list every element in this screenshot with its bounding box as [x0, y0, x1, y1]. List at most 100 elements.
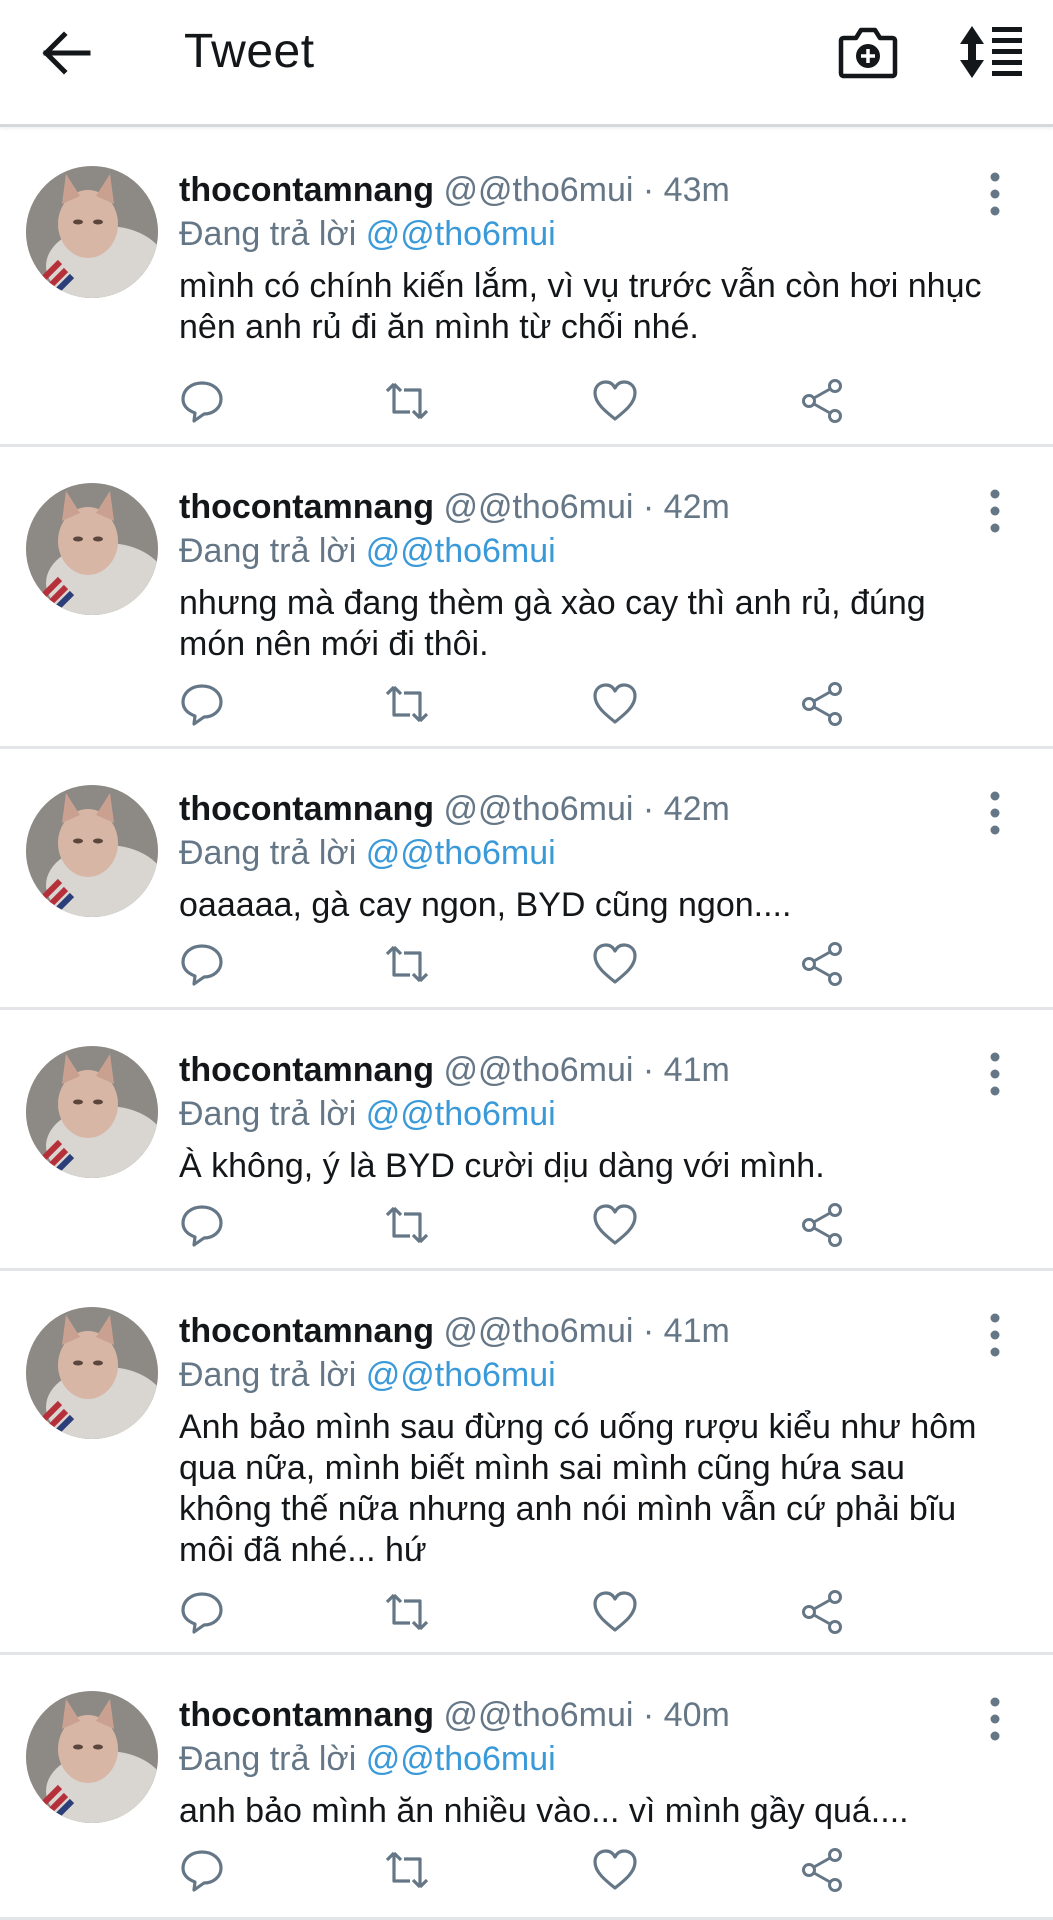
tweet-item[interactable]: thocontamnang @@tho6mui · 42m Đang trả l… [0, 749, 1053, 1010]
more-options-button[interactable] [987, 1313, 1003, 1357]
more-options-button[interactable] [987, 791, 1003, 835]
tweet-item[interactable]: thocontamnang @@tho6mui · 40m Đang trả l… [0, 1655, 1053, 1920]
tweet-timestamp[interactable]: 42m [664, 790, 730, 828]
avatar[interactable] [26, 1307, 158, 1439]
avatar-cat-photo [26, 166, 158, 298]
reply-button[interactable] [179, 1589, 225, 1635]
tweet-header: thocontamnang @@tho6mui · 42m [179, 485, 993, 529]
share-icon [802, 1848, 842, 1892]
camera-button[interactable] [838, 24, 898, 80]
like-button[interactable] [592, 1847, 638, 1893]
share-icon [802, 379, 842, 423]
avatar[interactable] [26, 166, 158, 298]
share-button[interactable] [800, 1202, 846, 1248]
avatar[interactable] [26, 785, 158, 917]
display-name[interactable]: thocontamnang [179, 790, 434, 828]
tweet-header: thocontamnang @@tho6mui · 40m [179, 1693, 993, 1737]
reply-button[interactable] [179, 378, 225, 424]
more-options-button[interactable] [987, 172, 1003, 216]
tweet-header: thocontamnang @@tho6mui · 42m [179, 787, 993, 831]
tweet-content: thocontamnang @@tho6mui · 43m Đang trả l… [179, 168, 993, 348]
retweet-button[interactable] [384, 378, 430, 424]
user-handle[interactable]: @@tho6mui [443, 1696, 633, 1734]
separator-dot: · [642, 1051, 655, 1089]
tweet-item[interactable]: thocontamnang @@tho6mui · 41m Đang trả l… [0, 1271, 1053, 1655]
heart-icon [593, 1204, 637, 1245]
tweet-actions [179, 1202, 879, 1252]
tweet-timestamp[interactable]: 43m [664, 171, 730, 209]
tweet-timestamp[interactable]: 41m [664, 1312, 730, 1350]
display-name[interactable]: thocontamnang [179, 1051, 434, 1089]
user-handle[interactable]: @@tho6mui [443, 1312, 633, 1350]
separator-dot: · [642, 1312, 655, 1350]
user-handle[interactable]: @@tho6mui [443, 790, 633, 828]
like-button[interactable] [592, 378, 638, 424]
user-handle[interactable]: @@tho6mui [443, 1051, 633, 1089]
reply-icon [181, 1205, 223, 1247]
share-button[interactable] [800, 378, 846, 424]
replying-to-label: Đang trả lời [179, 215, 357, 253]
more-vertical-icon [990, 489, 1000, 533]
tweet-item[interactable]: thocontamnang @@tho6mui · 42m Đang trả l… [0, 447, 1053, 749]
user-handle[interactable]: @@tho6mui [443, 488, 633, 526]
avatar-cat-photo [26, 1691, 158, 1823]
tweet-item[interactable]: thocontamnang @@tho6mui · 41m Đang trả l… [0, 1010, 1053, 1271]
retweet-button[interactable] [384, 1847, 430, 1893]
avatar[interactable] [26, 483, 158, 615]
replying-to-handle[interactable]: @@tho6mui [366, 215, 556, 253]
reply-icon [181, 381, 223, 423]
share-button[interactable] [800, 1589, 846, 1635]
display-name[interactable]: thocontamnang [179, 171, 434, 209]
like-button[interactable] [592, 1202, 638, 1248]
share-button[interactable] [800, 681, 846, 727]
share-button[interactable] [800, 1847, 846, 1893]
more-options-button[interactable] [987, 1052, 1003, 1096]
tweet-header: thocontamnang @@tho6mui · 41m [179, 1309, 993, 1353]
retweet-button[interactable] [384, 941, 430, 987]
replying-to-handle[interactable]: @@tho6mui [366, 532, 556, 570]
like-button[interactable] [592, 681, 638, 727]
separator-dot: · [642, 488, 655, 526]
reply-button[interactable] [179, 681, 225, 727]
display-name[interactable]: thocontamnang [179, 488, 434, 526]
share-icon [802, 942, 842, 986]
sort-button[interactable] [958, 24, 1024, 80]
tweet-text: Anh bảo mình sau đừng có uống rượu kiểu … [179, 1408, 977, 1569]
retweet-icon [385, 1206, 429, 1244]
replying-to-handle[interactable]: @@tho6mui [366, 834, 556, 872]
retweet-icon [385, 685, 429, 723]
retweet-button[interactable] [384, 1589, 430, 1635]
replying-to-handle[interactable]: @@tho6mui [366, 1740, 556, 1778]
share-icon [802, 1590, 842, 1634]
tweet-actions [179, 1589, 879, 1639]
display-name[interactable]: thocontamnang [179, 1312, 434, 1350]
user-handle[interactable]: @@tho6mui [443, 171, 633, 209]
display-name[interactable]: thocontamnang [179, 1696, 434, 1734]
reply-button[interactable] [179, 1202, 225, 1248]
share-button[interactable] [800, 941, 846, 987]
reply-button[interactable] [179, 1847, 225, 1893]
avatar[interactable] [26, 1046, 158, 1178]
retweet-button[interactable] [384, 1202, 430, 1248]
reply-icon [181, 1850, 223, 1892]
avatar[interactable] [26, 1691, 158, 1823]
more-options-button[interactable] [987, 1697, 1003, 1741]
replying-to-handle[interactable]: @@tho6mui [366, 1356, 556, 1394]
tweet-timestamp[interactable]: 41m [664, 1051, 730, 1089]
like-button[interactable] [592, 1589, 638, 1635]
like-button[interactable] [592, 941, 638, 987]
more-vertical-icon [990, 1697, 1000, 1741]
heart-icon [593, 943, 637, 984]
tweet-item[interactable]: thocontamnang @@tho6mui · 43m Đang trả l… [0, 130, 1053, 447]
heart-icon [593, 1591, 637, 1632]
tweet-content: thocontamnang @@tho6mui · 42m Đang trả l… [179, 485, 993, 665]
retweet-button[interactable] [384, 681, 430, 727]
more-vertical-icon [990, 791, 1000, 835]
tweet-timestamp[interactable]: 40m [664, 1696, 730, 1734]
tweet-content: thocontamnang @@tho6mui · 42m Đang trả l… [179, 787, 993, 926]
reply-button[interactable] [179, 941, 225, 987]
tweet-timestamp[interactable]: 42m [664, 488, 730, 526]
replying-to-handle[interactable]: @@tho6mui [366, 1095, 556, 1133]
back-button[interactable] [42, 28, 102, 78]
more-options-button[interactable] [987, 489, 1003, 533]
